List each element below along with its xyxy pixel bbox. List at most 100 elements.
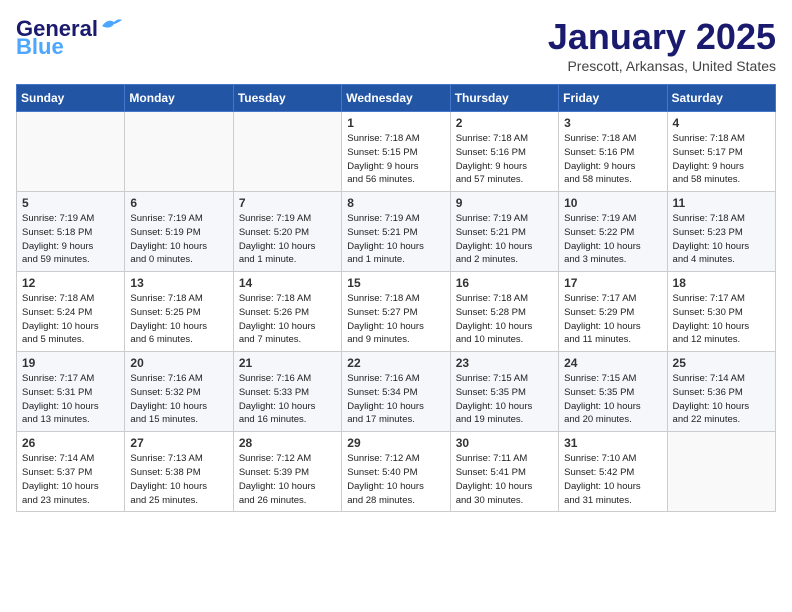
calendar-cell: 6Sunrise: 7:19 AMSunset: 5:19 PMDaylight… (125, 192, 233, 272)
day-number: 7 (239, 196, 336, 210)
day-number: 2 (456, 116, 553, 130)
calendar-cell: 22 Sunrise: 7:16 AMSunset: 5:34 PMDayligh… (342, 352, 450, 432)
day-info: Sunrise: 7:19 AMSunset: 5:20 PMDaylight:… (239, 212, 336, 267)
calendar-cell: 2 Sunrise: 7:18 AMSunset: 5:16 PMDaylight… (450, 112, 558, 192)
day-info: Sunrise: 7:10 AMSunset: 5:42 PMDaylight:… (564, 452, 661, 507)
calendar-cell: 11 Sunrise: 7:18 AMSunset: 5:23 PMDayligh… (667, 192, 775, 272)
calendar-cell: 20 Sunrise: 7:16 AMSunset: 5:32 PMDayligh… (125, 352, 233, 432)
day-info: Sunrise: 7:17 AMSunset: 5:29 PMDaylight:… (564, 292, 661, 347)
month-title: January 2025 (548, 16, 776, 58)
calendar-cell (17, 112, 125, 192)
calendar-cell: 28 Sunrise: 7:12 AMSunset: 5:39 PMDayligh… (233, 432, 341, 512)
day-info: Sunrise: 7:18 AMSunset: 5:16 PMDaylight:… (564, 132, 661, 187)
day-number: 29 (347, 436, 444, 450)
calendar-cell: 15 Sunrise: 7:18 AMSunset: 5:27 PMDayligh… (342, 272, 450, 352)
calendar-cell (125, 112, 233, 192)
day-info: Sunrise: 7:18 AMSunset: 5:27 PMDaylight:… (347, 292, 444, 347)
day-info: Sunrise: 7:16 AMSunset: 5:33 PMDaylight:… (239, 372, 336, 427)
day-number: 20 (130, 356, 227, 370)
day-number: 13 (130, 276, 227, 290)
day-info: Sunrise: 7:16 AMSunset: 5:34 PMDaylight:… (347, 372, 444, 427)
calendar-week-row: 1Sunrise: 7:18 AMSunset: 5:15 PMDaylight… (17, 112, 776, 192)
day-info: Sunrise: 7:18 AMSunset: 5:28 PMDaylight:… (456, 292, 553, 347)
day-info: Sunrise: 7:12 AMSunset: 5:39 PMDaylight:… (239, 452, 336, 507)
day-info: Sunrise: 7:18 AMSunset: 5:26 PMDaylight:… (239, 292, 336, 347)
day-info: Sunrise: 7:12 AMSunset: 5:40 PMDaylight:… (347, 452, 444, 507)
calendar-cell: 17 Sunrise: 7:17 AMSunset: 5:29 PMDayligh… (559, 272, 667, 352)
title-block: January 2025 Prescott, Arkansas, United … (548, 16, 776, 74)
calendar-week-row: 12 Sunrise: 7:18 AMSunset: 5:24 PMDayligh… (17, 272, 776, 352)
day-number: 21 (239, 356, 336, 370)
weekday-header-row: SundayMondayTuesdayWednesdayThursdayFrid… (17, 85, 776, 112)
location-text: Prescott, Arkansas, United States (548, 58, 776, 74)
day-info: Sunrise: 7:18 AMSunset: 5:24 PMDaylight:… (22, 292, 119, 347)
day-number: 4 (673, 116, 770, 130)
day-number: 17 (564, 276, 661, 290)
calendar-cell: 23Sunrise: 7:15 AMSunset: 5:35 PMDayligh… (450, 352, 558, 432)
day-number: 12 (22, 276, 119, 290)
calendar-cell: 4 Sunrise: 7:18 AMSunset: 5:17 PMDaylight… (667, 112, 775, 192)
calendar-week-row: 19 Sunrise: 7:17 AMSunset: 5:31 PMDayligh… (17, 352, 776, 432)
calendar-cell: 3 Sunrise: 7:18 AMSunset: 5:16 PMDaylight… (559, 112, 667, 192)
day-number: 3 (564, 116, 661, 130)
day-info: Sunrise: 7:18 AMSunset: 5:16 PMDaylight:… (456, 132, 553, 187)
calendar-cell (233, 112, 341, 192)
calendar-table: SundayMondayTuesdayWednesdayThursdayFrid… (16, 84, 776, 512)
calendar-cell: 30Sunrise: 7:11 AMSunset: 5:41 PMDayligh… (450, 432, 558, 512)
calendar-cell: 31 Sunrise: 7:10 AMSunset: 5:42 PMDayligh… (559, 432, 667, 512)
day-number: 9 (456, 196, 553, 210)
calendar-cell: 7 Sunrise: 7:19 AMSunset: 5:20 PMDaylight… (233, 192, 341, 272)
day-number: 31 (564, 436, 661, 450)
day-number: 16 (456, 276, 553, 290)
weekday-header: Tuesday (233, 85, 341, 112)
day-number: 25 (673, 356, 770, 370)
weekday-header: Sunday (17, 85, 125, 112)
day-info: Sunrise: 7:14 AMSunset: 5:36 PMDaylight:… (673, 372, 770, 427)
calendar-cell: 26Sunrise: 7:14 AMSunset: 5:37 PMDayligh… (17, 432, 125, 512)
day-number: 15 (347, 276, 444, 290)
day-info: Sunrise: 7:18 AMSunset: 5:23 PMDaylight:… (673, 212, 770, 267)
day-info: Sunrise: 7:19 AMSunset: 5:21 PMDaylight:… (347, 212, 444, 267)
day-info: Sunrise: 7:16 AMSunset: 5:32 PMDaylight:… (130, 372, 227, 427)
calendar-cell: 8 Sunrise: 7:19 AMSunset: 5:21 PMDaylight… (342, 192, 450, 272)
day-info: Sunrise: 7:14 AMSunset: 5:37 PMDaylight:… (22, 452, 119, 507)
calendar-cell: 27 Sunrise: 7:13 AMSunset: 5:38 PMDayligh… (125, 432, 233, 512)
day-info: Sunrise: 7:19 AMSunset: 5:18 PMDaylight:… (22, 212, 119, 267)
day-info: Sunrise: 7:15 AMSunset: 5:35 PMDaylight:… (564, 372, 661, 427)
day-info: Sunrise: 7:15 AMSunset: 5:35 PMDaylight:… (456, 372, 553, 427)
calendar-cell: 19 Sunrise: 7:17 AMSunset: 5:31 PMDayligh… (17, 352, 125, 432)
day-number: 11 (673, 196, 770, 210)
day-number: 27 (130, 436, 227, 450)
weekday-header: Thursday (450, 85, 558, 112)
day-info: Sunrise: 7:17 AMSunset: 5:30 PMDaylight:… (673, 292, 770, 347)
day-info: Sunrise: 7:19 AMSunset: 5:22 PMDaylight:… (564, 212, 661, 267)
calendar-cell: 5 Sunrise: 7:19 AMSunset: 5:18 PMDaylight… (17, 192, 125, 272)
calendar-cell: 14 Sunrise: 7:18 AMSunset: 5:26 PMDayligh… (233, 272, 341, 352)
day-number: 30 (456, 436, 553, 450)
calendar-cell: 12 Sunrise: 7:18 AMSunset: 5:24 PMDayligh… (17, 272, 125, 352)
day-number: 19 (22, 356, 119, 370)
calendar-cell: 18 Sunrise: 7:17 AMSunset: 5:30 PMDayligh… (667, 272, 775, 352)
weekday-header: Wednesday (342, 85, 450, 112)
day-number: 8 (347, 196, 444, 210)
day-number: 18 (673, 276, 770, 290)
weekday-header: Saturday (667, 85, 775, 112)
day-number: 5 (22, 196, 119, 210)
weekday-header: Friday (559, 85, 667, 112)
calendar-week-row: 26Sunrise: 7:14 AMSunset: 5:37 PMDayligh… (17, 432, 776, 512)
calendar-week-row: 5 Sunrise: 7:19 AMSunset: 5:18 PMDaylight… (17, 192, 776, 272)
calendar-cell: 25 Sunrise: 7:14 AMSunset: 5:36 PMDayligh… (667, 352, 775, 432)
day-number: 28 (239, 436, 336, 450)
day-info: Sunrise: 7:19 AMSunset: 5:21 PMDaylight:… (456, 212, 553, 267)
day-number: 1 (347, 116, 444, 130)
day-number: 24 (564, 356, 661, 370)
day-info: Sunrise: 7:17 AMSunset: 5:31 PMDaylight:… (22, 372, 119, 427)
day-info: Sunrise: 7:18 AMSunset: 5:17 PMDaylight:… (673, 132, 770, 187)
logo-blue-text: Blue (16, 34, 64, 60)
day-number: 22 (347, 356, 444, 370)
logo: General Blue (16, 16, 122, 60)
calendar-cell (667, 432, 775, 512)
day-number: 14 (239, 276, 336, 290)
day-info: Sunrise: 7:18 AMSunset: 5:25 PMDaylight:… (130, 292, 227, 347)
day-info: Sunrise: 7:13 AMSunset: 5:38 PMDaylight:… (130, 452, 227, 507)
